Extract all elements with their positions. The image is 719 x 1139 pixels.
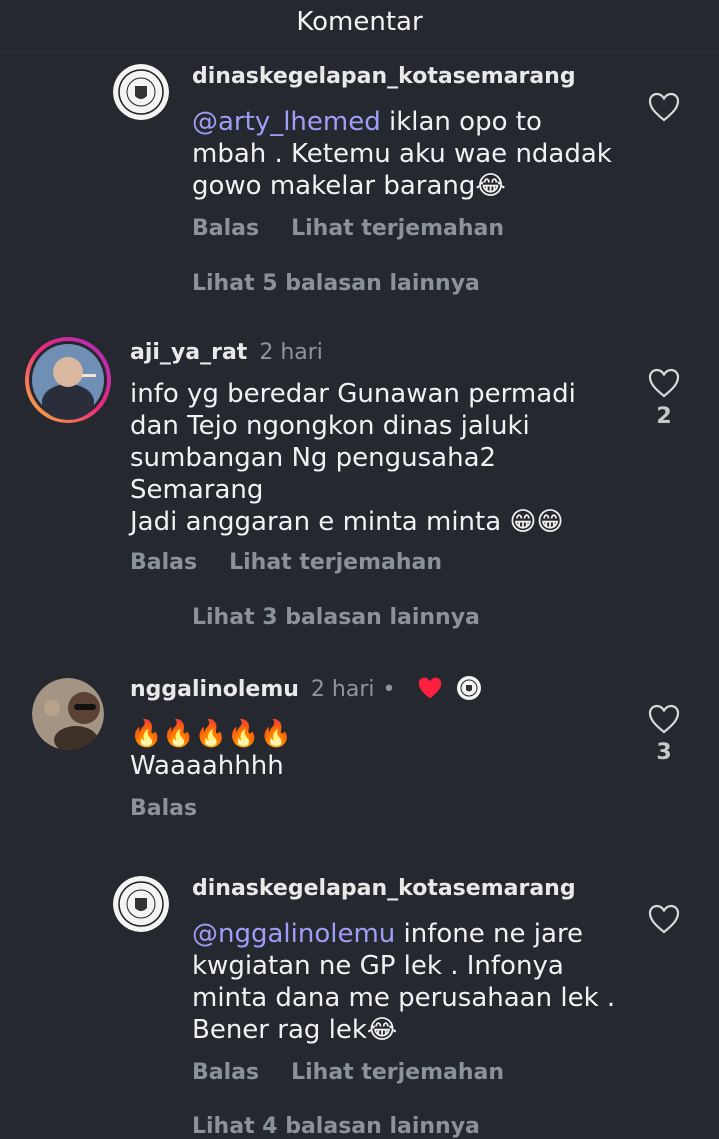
comment-actions: Balas Lihat terjemahan (192, 1060, 536, 1085)
comment-time: 2 hari (259, 340, 323, 365)
comment-text: @arty_lhemed iklan opo to mbah . Ketemu … (192, 107, 612, 201)
translate-button[interactable]: Lihat terjemahan (291, 1060, 504, 1085)
comment-actions: Balas (130, 796, 229, 821)
comment-time: 2 hari (310, 677, 375, 702)
translate-button[interactable]: Lihat terjemahan (291, 216, 504, 241)
translate-button[interactable]: Lihat terjemahan (229, 550, 442, 575)
like-button[interactable]: 3 (634, 704, 694, 765)
avatar[interactable] (113, 876, 169, 932)
comment-text: info yg beredar Gunawan permadi dan Tejo… (130, 379, 576, 537)
reply-comment: dinaskegelapan_kotasemarang @nggalinolem… (0, 874, 719, 1139)
reply-button[interactable]: Balas (130, 550, 197, 575)
like-button[interactable] (634, 904, 694, 934)
reply-button[interactable]: Balas (130, 796, 197, 821)
comment-actions: Balas Lihat terjemahan (192, 216, 536, 241)
mention-link[interactable]: @nggalinolemu (192, 919, 395, 949)
heart-icon (648, 704, 680, 734)
like-button[interactable] (634, 92, 694, 122)
view-more-replies[interactable]: Lihat 4 balasan lainnya (192, 1114, 480, 1139)
username[interactable]: dinaskegelapan_kotasemarang (192, 876, 576, 901)
username[interactable]: nggalinolemu 2 hari • (130, 676, 481, 702)
avatar[interactable] (24, 336, 112, 424)
header-title: Komentar (296, 7, 423, 37)
like-count: 2 (656, 404, 672, 429)
creator-avatar-icon (456, 676, 481, 700)
reply-button[interactable]: Balas (192, 216, 259, 241)
comment-text: 🔥🔥🔥🔥🔥 Waaaahhhh (130, 719, 292, 781)
avatar[interactable] (32, 678, 104, 750)
view-more-replies[interactable]: Lihat 5 balasan lainnya (192, 271, 480, 296)
reply-comment: dinaskegelapan_kotasemarang @arty_lhemed… (0, 62, 719, 312)
username[interactable]: aji_ya_rat 2 hari (130, 340, 323, 365)
like-count: 3 (656, 740, 672, 765)
avatar[interactable] (113, 64, 169, 120)
heart-icon (648, 92, 680, 122)
reply-button[interactable]: Balas (192, 1060, 259, 1085)
comments-header: Komentar (0, 0, 719, 53)
comment: aji_ya_rat 2 hari info yg beredar Gunawan… (0, 334, 719, 644)
mention-link[interactable]: @arty_lhemed (192, 107, 381, 137)
view-more-replies[interactable]: Lihat 3 balasan lainnya (192, 605, 480, 630)
comment: nggalinolemu 2 hari • 🔥🔥🔥🔥🔥 Waaaahhhh Bala… (0, 670, 719, 840)
heart-icon (648, 904, 680, 934)
comment-text: @nggalinolemu infone ne jare kwgiatan ne… (192, 919, 616, 1045)
creator-liked-heart-icon (418, 677, 442, 699)
like-button[interactable]: 2 (634, 368, 694, 429)
comment-actions: Balas Lihat terjemahan (130, 550, 474, 575)
heart-icon (648, 368, 680, 398)
username[interactable]: dinaskegelapan_kotasemarang (192, 64, 576, 89)
